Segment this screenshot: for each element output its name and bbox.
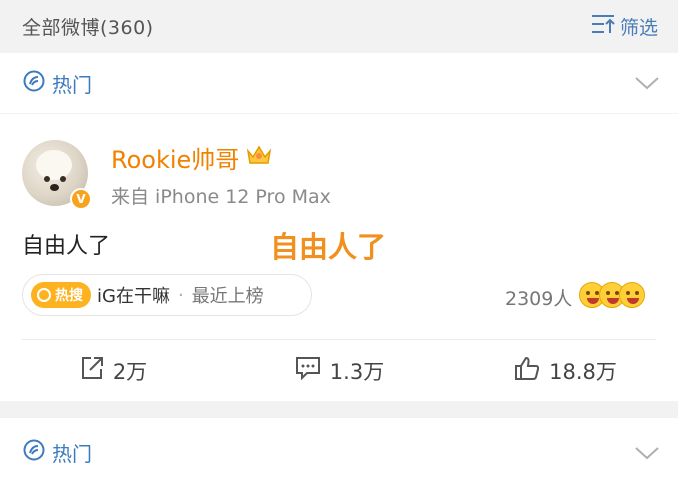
action-bar: 2万 1.3万 18.8万 — [0, 340, 678, 401]
filter-bar: 全部微博(360) 筛选 — [0, 0, 678, 52]
hot-section-label: 热门 — [52, 72, 92, 97]
search-icon — [37, 288, 51, 302]
hot-icon — [22, 69, 52, 98]
crown-icon — [239, 143, 273, 173]
comment-button[interactable]: 1.3万 — [226, 355, 452, 386]
filter-icon — [590, 13, 620, 40]
filter-label: 筛选 — [619, 16, 658, 39]
repost-count: 2万 — [112, 359, 148, 384]
verified-icon: V — [70, 188, 92, 210]
comment-icon — [294, 355, 330, 386]
hot-section-label: 热门 — [52, 442, 92, 466]
hot-search-pill[interactable]: 热搜 iG在干嘛 · 最近上榜 — [22, 274, 312, 316]
post-text: 自由人了 — [22, 234, 111, 259]
hot-section-header[interactable]: 热门 — [0, 53, 678, 113]
like-count: 18.8万 — [549, 359, 617, 384]
separator-dot: · — [177, 284, 184, 306]
post-count-label: 全部微博(360) — [22, 16, 154, 39]
filter-button[interactable]: 筛选 — [590, 13, 658, 40]
repost-button[interactable]: 2万 — [0, 355, 226, 386]
like-icon — [513, 355, 549, 386]
hot-search-tag: 热搜 — [31, 282, 91, 308]
chevron-down-icon[interactable] — [634, 75, 660, 91]
hot-icon — [22, 438, 52, 467]
username[interactable]: Rookie帅哥 — [111, 140, 273, 175]
avatar[interactable]: V — [22, 140, 92, 210]
hot-section-header-2[interactable]: 热门 — [0, 418, 678, 487]
hot-topic: iG在干嘛 — [97, 286, 170, 307]
comment-count: 1.3万 — [329, 359, 385, 384]
repost-icon — [79, 355, 113, 386]
hot-search-tag-label: 热搜 — [55, 288, 83, 304]
hot-topic-suffix: 最近上榜 — [191, 286, 264, 307]
chevron-down-icon[interactable] — [634, 445, 660, 461]
post-source: 来自 iPhone 12 Pro Max — [111, 186, 331, 208]
username-text[interactable]: Rookie帅哥 — [111, 140, 239, 175]
post-card: V Rookie帅哥 来自 iPhone 12 Pro Max 自由人了 自由人… — [0, 114, 678, 401]
overlay-caption: 自由人了 — [270, 230, 387, 264]
reaction-emojis[interactable] — [579, 282, 645, 308]
like-button[interactable]: 18.8万 — [452, 355, 678, 386]
grin-emoji-icon — [619, 282, 645, 308]
reaction-count: 2309人 — [505, 288, 573, 310]
